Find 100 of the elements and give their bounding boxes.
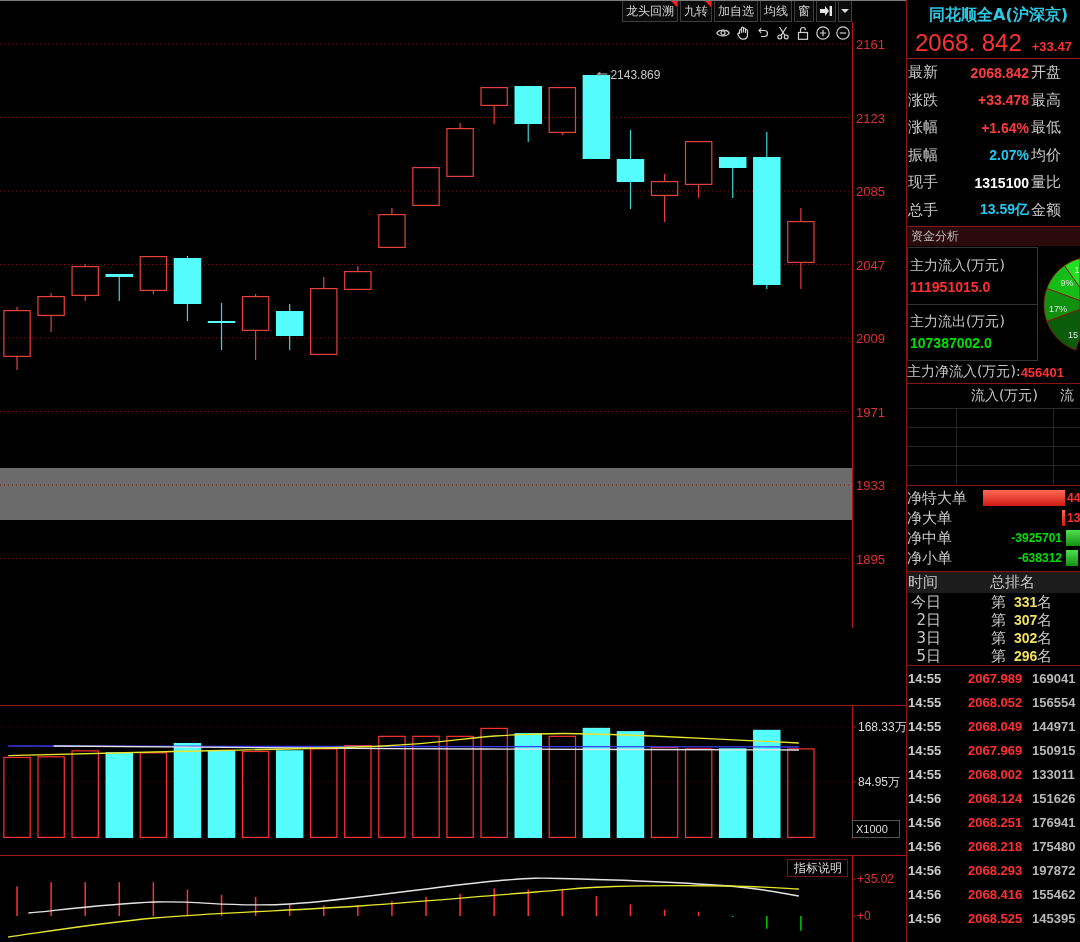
indicator-bar xyxy=(731,916,734,918)
indicator-bar xyxy=(629,904,632,916)
rank-suffix: 名 xyxy=(1037,592,1053,612)
rank-suffix: 名 xyxy=(1037,646,1053,666)
indicator-bar xyxy=(766,916,768,929)
candlestick xyxy=(684,141,713,199)
candlestick xyxy=(71,263,99,302)
candlestick xyxy=(548,87,577,136)
order-value: 13 xyxy=(1067,511,1080,525)
quote-value: 2.07% xyxy=(988,147,1029,164)
axis-label: 2085 xyxy=(856,184,885,199)
toolbar-button[interactable]: 均线 xyxy=(760,1,792,22)
rank-period: 2日 xyxy=(915,610,941,630)
tick-volume: 151626 xyxy=(1032,790,1076,806)
tick-time: 14:56 xyxy=(907,862,943,878)
indicator-bar xyxy=(527,889,529,916)
order-label: 净小单 xyxy=(907,548,953,568)
hand-icon[interactable] xyxy=(736,26,750,40)
scissors-icon[interactable] xyxy=(776,26,790,40)
quote-label: 开盘 xyxy=(1030,63,1062,83)
tick-time: 14:56 xyxy=(907,886,943,902)
tick-volume: 169041 xyxy=(1032,670,1076,686)
rank-number: 331 xyxy=(1014,594,1038,610)
candlestick xyxy=(344,265,372,290)
tick-volume: 156554 xyxy=(1032,694,1076,710)
tick-time: 14:55 xyxy=(907,742,943,758)
indicator-bar xyxy=(254,896,257,916)
unit-label: X1000 xyxy=(852,820,900,838)
rank-prefix: 第 xyxy=(991,592,1006,612)
corner-triangle-icon xyxy=(671,1,677,7)
quote-label: 总手 xyxy=(907,200,939,220)
tick-volume: 197872 xyxy=(1032,862,1076,878)
last-price: 2068. 842 xyxy=(915,30,1022,56)
tick-price: 2068.293 xyxy=(968,862,1024,878)
quote-value: 1315100 xyxy=(973,174,1029,191)
rank-suffix: 名 xyxy=(1037,628,1053,648)
tick-volume: 175480 xyxy=(1032,838,1076,854)
rank-period: 5日 xyxy=(915,646,941,666)
indicator-bar xyxy=(459,893,461,916)
quote-label: 振幅 xyxy=(907,145,939,165)
tick-volume: 155462 xyxy=(1032,886,1076,902)
rank-prefix: 第 xyxy=(991,628,1006,648)
panel-toggle-button[interactable] xyxy=(816,1,836,22)
column-header: 流 xyxy=(1058,387,1075,405)
indicator-bar xyxy=(663,909,666,916)
tick-price: 2068.124 xyxy=(968,790,1024,806)
pie-slice xyxy=(1046,308,1080,351)
candlestick xyxy=(650,173,679,223)
quote-value: +33.478 xyxy=(977,92,1029,109)
arrow-icon xyxy=(596,71,608,77)
toolbar-button[interactable]: 加自选 xyxy=(714,1,758,22)
quote-label: 涨跌 xyxy=(907,90,939,110)
indicator-bar xyxy=(16,886,18,916)
indicator-bar xyxy=(357,905,359,916)
axis-label: 1933 xyxy=(856,478,885,493)
indicator-help-button[interactable]: 指标说明 xyxy=(787,859,848,877)
candlestick xyxy=(3,306,31,371)
index-title: 同花顺全A(沪深京) xyxy=(928,4,1069,26)
zoom-in-icon[interactable] xyxy=(816,26,830,40)
candlestick xyxy=(446,122,474,177)
candlestick xyxy=(207,302,236,351)
tick-time: 14:56 xyxy=(907,910,943,926)
quote-label: 量比 xyxy=(1030,173,1062,193)
indicator-bar xyxy=(561,889,564,916)
axis-label: 168.33万 xyxy=(858,720,906,735)
dropdown-button[interactable] xyxy=(838,1,852,22)
candlestick xyxy=(241,293,270,361)
rank-period: 3日 xyxy=(915,628,941,648)
candlestick xyxy=(480,87,508,125)
undo-icon[interactable] xyxy=(756,26,770,40)
indicator-bar xyxy=(152,882,155,916)
slice-label: 1 xyxy=(1074,265,1080,275)
indicator-bar xyxy=(323,905,325,916)
order-value: -638312 xyxy=(1017,551,1063,565)
indicator-bar xyxy=(84,882,86,916)
axis-label: 1971 xyxy=(856,404,885,420)
toolbar-button[interactable]: 龙头回溯 xyxy=(622,1,678,22)
candlestick xyxy=(275,303,304,351)
tick-price: 2067.989 xyxy=(968,670,1024,686)
indicator-bar xyxy=(288,903,291,916)
quote-label: 最低 xyxy=(1030,118,1062,138)
axis-label: 2047 xyxy=(856,257,885,273)
indicator-bar xyxy=(493,888,495,916)
tick-price: 2068.251 xyxy=(968,814,1024,830)
rank-number: 296 xyxy=(1014,648,1038,664)
quote-label: 最高 xyxy=(1030,90,1062,110)
axis-label: +35.02 xyxy=(857,872,895,887)
indicator-bar xyxy=(800,916,802,931)
toolbar-button[interactable]: 窗 xyxy=(794,1,814,22)
order-value: 44 xyxy=(1067,491,1080,505)
zoom-out-icon[interactable] xyxy=(836,26,850,40)
inflow-bar xyxy=(1062,510,1065,526)
lock-icon[interactable] xyxy=(796,26,810,40)
quote-value: 2068.842 xyxy=(969,64,1029,81)
inflow-label: 主力流入(万元) xyxy=(910,256,1006,275)
indicator-bar xyxy=(391,901,393,916)
candlestick xyxy=(37,292,65,333)
column-header: 时间 xyxy=(907,573,939,592)
quote-label: 金额 xyxy=(1030,200,1062,220)
toolbar-button[interactable]: 九转 xyxy=(680,1,712,22)
